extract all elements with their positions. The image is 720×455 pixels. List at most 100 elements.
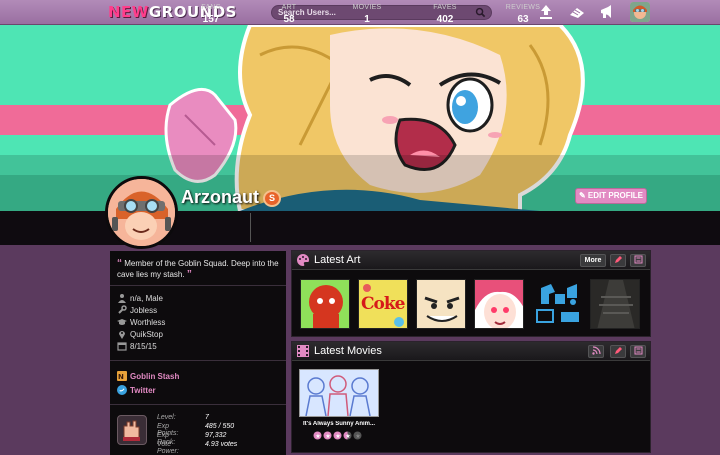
user-icon: [118, 294, 126, 303]
art-settings-button[interactable]: [630, 254, 646, 267]
link-text[interactable]: Goblin Stash: [130, 372, 179, 381]
divider: [110, 404, 286, 405]
stat-art[interactable]: ART 58: [275, 4, 303, 25]
level-key: Vote Power:: [157, 441, 179, 455]
twitter-icon: [117, 385, 127, 395]
pencil-icon: [614, 256, 622, 263]
svg-text:★: ★: [335, 433, 340, 440]
pencil-icon: [614, 347, 622, 354]
divider: [110, 285, 286, 286]
profile-banner: [0, 25, 720, 211]
level-value: 4.93 votes: [205, 441, 238, 448]
svg-text:★: ★: [355, 433, 360, 440]
svg-text:★: ★: [315, 433, 320, 440]
art-image: [591, 280, 639, 328]
star-rating-icon: ★ ★ ★ ★ ★: [313, 431, 362, 440]
wrench-icon: [118, 305, 127, 314]
quote-text: Member of the Goblin Squad. Deep into th…: [117, 259, 279, 279]
stat-label: REVIEWS: [505, 4, 541, 11]
rss-icon: [591, 346, 601, 355]
level-value: 97,332: [205, 432, 227, 439]
logo-new: NEW: [108, 3, 149, 21]
profile-avatar[interactable]: [105, 176, 178, 249]
calendar-icon: [117, 342, 127, 351]
banner-artwork: [0, 25, 720, 211]
latest-art-title: Latest Art: [314, 254, 361, 266]
stat-label: FANS: [201, 4, 221, 11]
level-hand-icon: [123, 420, 140, 441]
art-thumb-coke[interactable]: Coke: [358, 279, 408, 329]
link-text[interactable]: Twitter: [130, 386, 156, 395]
stat-faves[interactable]: FAVES 402: [428, 4, 462, 25]
art-image: [536, 284, 579, 323]
settings-sliders-icon: [634, 346, 642, 355]
art-thumb-pink-hair[interactable]: [474, 279, 524, 329]
level-key: Level:: [157, 414, 176, 421]
art-thumb-red-figure[interactable]: [300, 279, 350, 329]
info-text: n/a, Male: [130, 294, 163, 303]
edit-profile-button[interactable]: ✎ EDIT PROFILE: [575, 188, 647, 204]
location-pin-icon: [119, 331, 125, 339]
stat-label: FAVES: [433, 4, 457, 11]
user-avatar-menu[interactable]: [630, 2, 650, 22]
art-thumb-dark-text[interactable]: [590, 279, 640, 329]
level-value: 7: [205, 414, 209, 421]
stat-movies[interactable]: MOVIES 1: [348, 4, 386, 25]
art-thumb-grin-face[interactable]: [416, 279, 466, 329]
stats-divider: [250, 213, 251, 242]
art-image: [475, 280, 523, 328]
stat-value: 402: [436, 14, 454, 25]
movies-rss-button[interactable]: [588, 345, 604, 358]
latest-movies-header: Latest Movies: [292, 342, 650, 361]
art-edit-button[interactable]: [610, 254, 626, 267]
latest-art-panel: Latest Art More Coke: [291, 250, 651, 337]
movie-image: [300, 370, 378, 416]
info-text: 8/15/15: [130, 342, 157, 351]
art-thumb-blue-icons[interactable]: [532, 279, 582, 329]
svg-text:★: ★: [345, 433, 350, 440]
movie-card[interactable]: It's Always Sunny Anim... ★ ★ ★ ★ ★: [299, 369, 379, 444]
info-text: Jobless: [130, 306, 158, 315]
film-icon: [297, 345, 309, 357]
profile-avatar-art: [108, 179, 175, 246]
settings-sliders-icon: [634, 255, 642, 264]
art-more-button[interactable]: More: [580, 254, 606, 267]
palette-icon: [297, 254, 309, 266]
latest-art-header: Latest Art More: [292, 251, 650, 270]
avatar-thumb-icon: [630, 2, 650, 22]
divider: [110, 360, 286, 361]
pencil-icon: ✎: [578, 191, 588, 200]
movies-edit-button[interactable]: [610, 345, 626, 358]
feed-icon[interactable]: [568, 3, 586, 21]
profile-username: Arzonaut: [181, 187, 259, 207]
stat-value: 1: [364, 14, 370, 25]
search-icon[interactable]: [475, 7, 486, 18]
stat-value: 58: [283, 14, 295, 25]
level-badge-icon[interactable]: [117, 415, 147, 445]
movies-settings-button[interactable]: [630, 345, 646, 358]
level-value: 485 / 550: [205, 423, 235, 430]
art-image: [301, 280, 349, 328]
graduation-cap-icon: [117, 319, 127, 325]
stat-value: 63: [517, 14, 529, 25]
stat-reviews[interactable]: REVIEWS 63: [502, 4, 544, 25]
edit-profile-label: EDIT PROFILE: [587, 191, 644, 200]
stat-value: 157: [202, 14, 220, 25]
close-quote-icon: ”: [186, 269, 192, 280]
info-text: Worthless: [130, 318, 166, 327]
movie-title[interactable]: It's Always Sunny Anim...: [299, 421, 379, 427]
notifications-megaphone-icon[interactable]: [598, 3, 616, 21]
svg-text:★: ★: [325, 433, 330, 440]
stat-label: ART: [281, 4, 297, 11]
info-text: QuikStop: [130, 330, 163, 339]
art-image: [417, 280, 465, 328]
profile-quote: “ Member of the Goblin Squad. Deep into …: [117, 258, 281, 280]
stat-label: MOVIES: [352, 4, 382, 11]
latest-movies-title: Latest Movies: [314, 345, 382, 357]
stat-fans[interactable]: FANS 157: [195, 4, 227, 25]
supporter-badge-icon[interactable]: S: [263, 190, 281, 207]
svg-text:N: N: [118, 373, 124, 381]
movie-thumbnail[interactable]: [299, 369, 379, 417]
open-quote-icon: “: [117, 258, 122, 269]
ng-icon: N: [117, 371, 127, 381]
